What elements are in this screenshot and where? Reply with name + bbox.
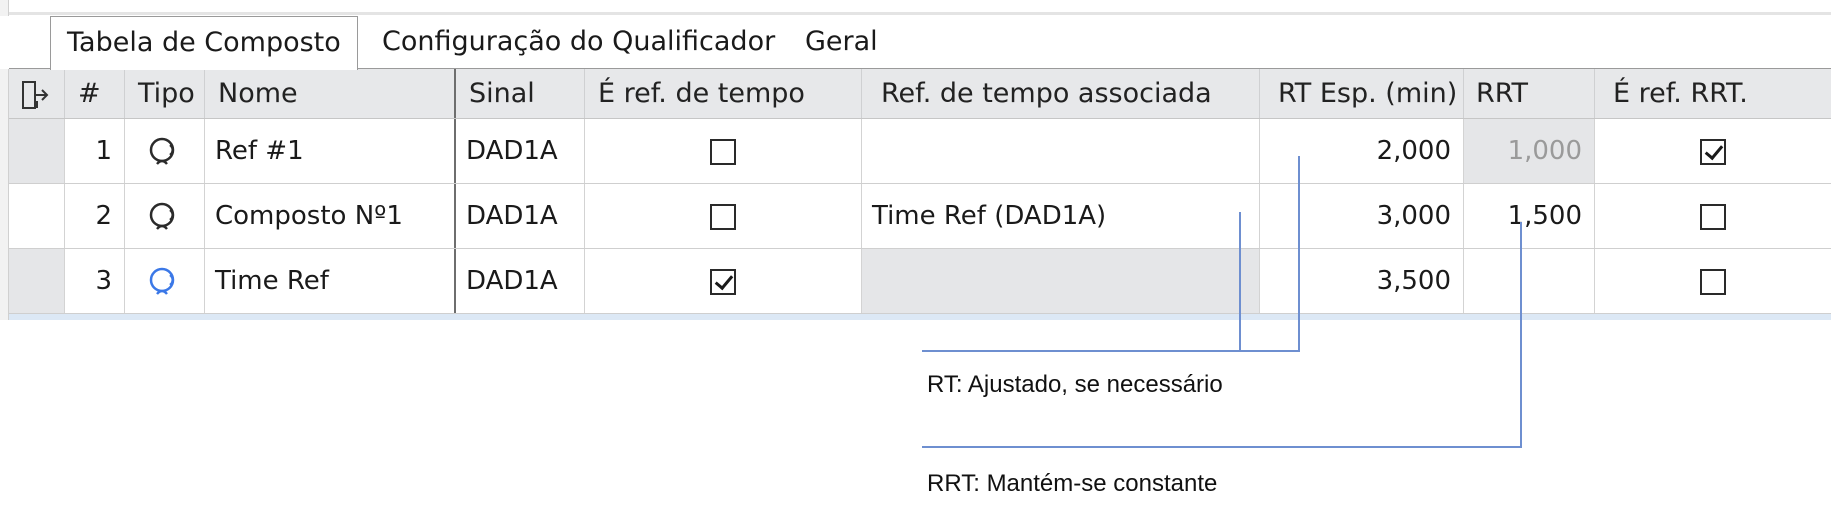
col-header-number[interactable]: # bbox=[64, 69, 124, 118]
row-number: 1 bbox=[64, 119, 124, 183]
col-header-rt-exp[interactable]: RT Esp. (min) bbox=[1259, 69, 1463, 118]
tab-bar: Tabela de Composto Configuração do Quali… bbox=[0, 16, 1831, 70]
row-number: 2 bbox=[64, 184, 124, 248]
rt-callout-line-h bbox=[922, 350, 1300, 352]
assoc-time-ref-value[interactable]: Time Ref (DAD1A) bbox=[861, 184, 1259, 248]
rrt-callout-line-h bbox=[922, 446, 1522, 448]
assoc-time-ref-value bbox=[861, 249, 1259, 313]
is-time-ref-cell bbox=[584, 249, 861, 313]
time-ref-compound-icon bbox=[149, 267, 174, 295]
row-selector[interactable] bbox=[9, 249, 64, 313]
row-selector[interactable] bbox=[9, 119, 64, 183]
tab-compound-table[interactable]: Tabela de Composto bbox=[50, 16, 358, 70]
is-rrt-ref-cell bbox=[1594, 184, 1831, 248]
is-time-ref-checkbox[interactable] bbox=[710, 268, 736, 295]
col-header-name[interactable]: Nome bbox=[204, 69, 454, 118]
column-chooser-icon bbox=[22, 80, 49, 109]
grid-bottom-edge bbox=[9, 314, 1831, 320]
tab-qualifier-config[interactable]: Configuração do Qualificador bbox=[366, 16, 791, 68]
is-time-ref-checkbox[interactable] bbox=[710, 138, 736, 165]
rrt-value: 1,000 bbox=[1463, 119, 1594, 183]
is-rrt-ref-checkbox[interactable] bbox=[1700, 268, 1726, 295]
rt-exp-value[interactable]: 2,000 bbox=[1259, 119, 1463, 183]
grid-header: # Tipo Nome Sinal É ref. de tempo Ref. d… bbox=[9, 69, 1831, 119]
is-rrt-ref-checkbox[interactable] bbox=[1700, 138, 1726, 165]
row-selector[interactable] bbox=[9, 184, 64, 248]
compound-icon bbox=[149, 137, 174, 165]
compound-name[interactable]: Composto Nº1 bbox=[204, 184, 454, 248]
rrt-callout-line-v bbox=[1520, 222, 1522, 448]
compound-name[interactable]: Time Ref bbox=[204, 249, 454, 313]
rt-exp-value[interactable]: 3,000 bbox=[1259, 184, 1463, 248]
compound-type-cell bbox=[124, 249, 204, 313]
compound-type-cell bbox=[124, 119, 204, 183]
col-header-is-time-ref[interactable]: É ref. de tempo bbox=[584, 69, 861, 118]
col-header-is-rrt-ref[interactable]: É ref. RRT. bbox=[1594, 69, 1831, 118]
compound-name[interactable]: Ref #1 bbox=[204, 119, 454, 183]
is-time-ref-cell bbox=[584, 119, 861, 183]
rrt-value[interactable] bbox=[1463, 249, 1594, 313]
rt-callout-line-b bbox=[1239, 212, 1241, 350]
signal-value[interactable]: DAD1A bbox=[454, 119, 584, 183]
col-header-assoc-time-ref[interactable]: Ref. de tempo associada bbox=[861, 69, 1259, 118]
is-rrt-ref-checkbox[interactable] bbox=[1700, 203, 1726, 230]
window-top-border bbox=[0, 12, 1831, 15]
is-time-ref-checkbox[interactable] bbox=[710, 203, 736, 230]
row-number: 3 bbox=[64, 249, 124, 313]
compound-table-window: Tabela de Composto Configuração do Quali… bbox=[0, 0, 1831, 320]
is-rrt-ref-cell bbox=[1594, 119, 1831, 183]
is-time-ref-cell bbox=[584, 184, 861, 248]
compound-icon bbox=[149, 202, 174, 230]
rt-callout-line-a bbox=[1298, 156, 1300, 352]
assoc-time-ref-value[interactable] bbox=[861, 119, 1259, 183]
table-row[interactable]: 1 Ref #1 DAD1A 2,000 1,000 bbox=[9, 119, 1831, 184]
rrt-annotation: RRT: Mantém-se constante bbox=[927, 470, 1218, 497]
rt-exp-value[interactable]: 3,500 bbox=[1259, 249, 1463, 313]
rt-annotation: RT: Ajustado, se necessário bbox=[927, 371, 1223, 398]
col-header-rrt[interactable]: RRT bbox=[1463, 69, 1594, 118]
is-rrt-ref-cell bbox=[1594, 249, 1831, 313]
compound-type-cell bbox=[124, 184, 204, 248]
table-row[interactable]: 3 Time Ref DAD1A 3,500 bbox=[9, 249, 1831, 314]
tab-general[interactable]: Geral bbox=[789, 16, 894, 68]
col-header-signal[interactable]: Sinal bbox=[454, 69, 584, 118]
compound-grid: # Tipo Nome Sinal É ref. de tempo Ref. d… bbox=[9, 69, 1831, 320]
col-header-type[interactable]: Tipo bbox=[124, 69, 204, 118]
signal-value[interactable]: DAD1A bbox=[454, 249, 584, 313]
rrt-value[interactable]: 1,500 bbox=[1463, 184, 1594, 248]
column-chooser-button[interactable] bbox=[9, 69, 64, 118]
table-row[interactable]: 2 Composto Nº1 DAD1A Time Ref (DAD1A) 3,… bbox=[9, 184, 1831, 249]
signal-value[interactable]: DAD1A bbox=[454, 184, 584, 248]
